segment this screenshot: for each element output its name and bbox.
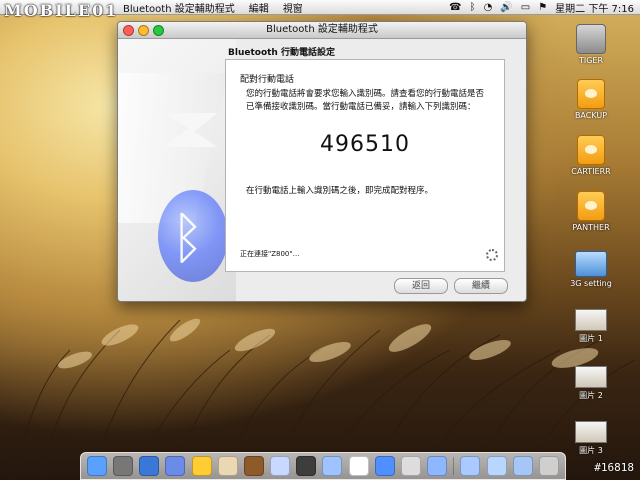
connection-status: 正在連接"Z800"… bbox=[240, 250, 300, 258]
content-panel: 配對行動電話 您的行動電話將會要求您輸入識別碼。請查看您的行動電話是否已準備接收… bbox=[225, 59, 505, 272]
loading-spinner-icon bbox=[486, 249, 498, 261]
quicktime-icon[interactable] bbox=[374, 456, 395, 476]
ichat-icon[interactable] bbox=[191, 456, 212, 476]
watermark-tag: #16818 bbox=[594, 461, 634, 474]
ical-icon[interactable] bbox=[348, 456, 369, 476]
bluetooth-setup-icon[interactable] bbox=[427, 456, 448, 476]
menu-window[interactable]: 視窗 bbox=[276, 0, 310, 15]
close-icon[interactable] bbox=[123, 25, 134, 36]
minimize-icon[interactable] bbox=[138, 25, 149, 36]
window-controls bbox=[123, 25, 164, 36]
bluetooth-setup-window: Bluetooth 設定輔助程式 ᛒ Bluetooth 行動電話設定 配對行動… bbox=[117, 21, 527, 302]
desktop-icon-picture-2[interactable]: 圖片 2 bbox=[556, 366, 626, 401]
applications-folder-icon[interactable] bbox=[512, 456, 533, 476]
desktop-icon-3g-setting[interactable]: 3G setting bbox=[556, 251, 626, 288]
trash-icon[interactable] bbox=[538, 456, 559, 476]
desktop-icon-label: BACKUP bbox=[574, 111, 608, 120]
bluetooth-icon[interactable]: ᛒ bbox=[470, 2, 476, 13]
menu-app[interactable]: Bluetooth 設定輔助程式 bbox=[116, 0, 242, 15]
dashboard-icon[interactable] bbox=[113, 456, 134, 476]
image-file-icon bbox=[575, 366, 607, 388]
desktop-icon-label: 圖片 3 bbox=[579, 446, 603, 455]
external-drive-icon bbox=[577, 191, 605, 221]
finder-icon[interactable] bbox=[87, 456, 107, 476]
garageband-icon[interactable] bbox=[322, 456, 343, 476]
instruction-text: 您的行動電話將會要求您輸入識別碼。請查看您的行動電話是否已準備接收識別碼。當行動… bbox=[246, 89, 485, 112]
desktop-icon-backup[interactable]: BACKUP bbox=[556, 79, 626, 120]
section-title: Bluetooth 行動電話設定 bbox=[228, 48, 335, 58]
panel-heading: 配對行動電話 bbox=[240, 75, 295, 85]
dock-separator bbox=[453, 457, 455, 475]
window-title: Bluetooth 設定輔助程式 bbox=[266, 24, 378, 35]
desktop-icon-label: TIGER bbox=[578, 56, 604, 65]
safari-icon[interactable] bbox=[139, 456, 160, 476]
flag-icon[interactable]: ⚑ bbox=[538, 2, 547, 13]
dock bbox=[80, 452, 566, 480]
desktop-icon-label: CARTIERR bbox=[571, 167, 611, 176]
menubar-status-area: ☎ ᛒ ◔ 🔊 ▭ ⚑ 星期二 下午 7:16 bbox=[449, 0, 640, 15]
preview-icon[interactable] bbox=[400, 456, 421, 476]
iphoto-icon[interactable] bbox=[270, 456, 291, 476]
itunes-icon[interactable] bbox=[243, 456, 264, 476]
imovie-icon[interactable] bbox=[296, 456, 317, 476]
desktop-icon-panther[interactable]: PANTHER bbox=[556, 191, 626, 232]
clock[interactable]: 星期二 下午 7:16 bbox=[555, 0, 634, 15]
mail-icon[interactable] bbox=[165, 456, 186, 476]
mobile01-watermark-logo: MOBILE01 bbox=[4, 1, 119, 20]
documents-folder-icon[interactable] bbox=[460, 456, 481, 476]
desktop-icon-label: PANTHER bbox=[572, 223, 610, 232]
battery-icon[interactable]: ▭ bbox=[521, 2, 530, 13]
back-button[interactable]: 返回 bbox=[394, 278, 448, 294]
image-file-icon bbox=[575, 309, 607, 331]
post-entry-text: 在行動電話上輸入識別碼之後，即完成配對程序。 bbox=[246, 186, 434, 196]
external-drive-icon bbox=[577, 79, 605, 109]
pin-code: 496510 bbox=[320, 132, 410, 157]
desktop-icon-picture-1[interactable]: 圖片 1 bbox=[556, 309, 626, 344]
external-drive-icon bbox=[577, 135, 605, 165]
downloads-folder-icon[interactable] bbox=[486, 456, 507, 476]
desktop-icon-picture-3[interactable]: 圖片 3 bbox=[556, 421, 626, 456]
image-file-icon bbox=[575, 421, 607, 443]
folder-icon bbox=[575, 251, 607, 277]
phone-icon[interactable]: ☎ bbox=[449, 2, 461, 13]
hard-disk-icon bbox=[576, 24, 606, 54]
desktop-icon-cartierr[interactable]: CARTIERR bbox=[556, 135, 626, 176]
zoom-icon[interactable] bbox=[153, 25, 164, 36]
left-illustration: ᛒ bbox=[118, 39, 236, 301]
desktop-icon-label: 3G setting bbox=[570, 279, 612, 288]
address-book-icon[interactable] bbox=[217, 456, 238, 476]
bluetooth-icon: ᛒ bbox=[171, 206, 205, 271]
desktop-icon-label: 圖片 2 bbox=[579, 391, 603, 400]
window-titlebar[interactable]: Bluetooth 設定輔助程式 bbox=[118, 22, 526, 39]
desktop-icon-label: 圖片 1 bbox=[579, 334, 603, 343]
wifi-icon[interactable]: ◔ bbox=[484, 2, 493, 13]
volume-icon[interactable]: 🔊 bbox=[500, 2, 512, 13]
desktop-icon-tiger[interactable]: TIGER bbox=[556, 24, 626, 65]
continue-button[interactable]: 繼續 bbox=[454, 278, 508, 294]
menu-edit[interactable]: 編輯 bbox=[242, 0, 276, 15]
